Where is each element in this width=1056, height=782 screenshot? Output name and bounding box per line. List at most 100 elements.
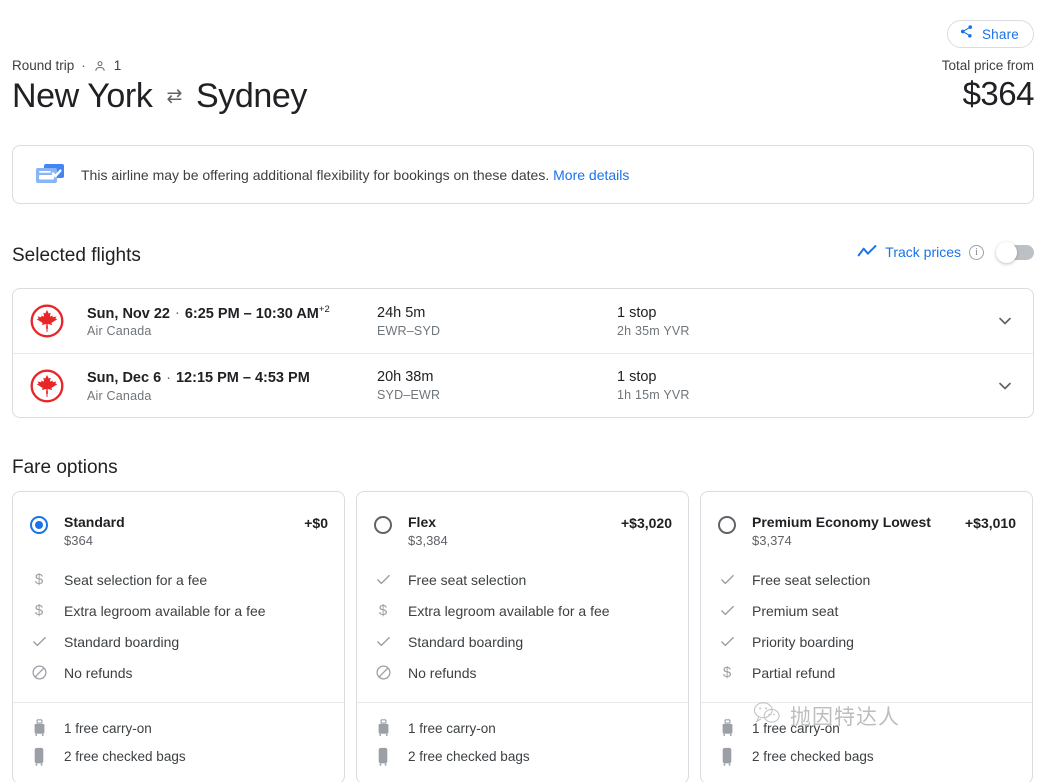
more-details-link[interactable]: More details — [553, 167, 629, 183]
flight-stops-block: 1 stop 2h 35m YVR — [617, 305, 995, 338]
flight-stops: 1 stop — [617, 369, 657, 385]
checked-bag-icon — [718, 747, 736, 766]
fare-feature: Premium seat — [718, 595, 1015, 626]
fare-feature: Standard boarding — [374, 626, 671, 657]
fare-feature-label: Seat selection for a fee — [64, 571, 208, 588]
swap-arrows-icon: ⇄ — [166, 86, 182, 107]
fare-card-standard[interactable]: Standard $364 +$0 $ Seat selection for a… — [12, 491, 345, 782]
fare-feature-label: Priority boarding — [752, 633, 854, 650]
toggle-knob — [996, 241, 1017, 263]
fare-baggage-label: 1 free carry-on — [408, 720, 496, 736]
fare-card-header: Standard $364 +$0 — [13, 492, 344, 556]
trip-header: Round trip · 1 New York ⇄ Sydney — [12, 58, 307, 116]
flight-schedule: Sun, Nov 22 · 6:25 PM – 10:30 AM+2 Air Can… — [87, 304, 377, 339]
fare-baggage: 1 free carry-on — [718, 714, 1015, 742]
fare-radio-premium-economy-lowest[interactable] — [718, 516, 736, 534]
fare-feature: Standard boarding — [30, 626, 327, 657]
fare-feature: Priority boarding — [718, 626, 1015, 657]
checked-bag-icon — [30, 747, 48, 766]
fare-feature: No refunds — [30, 657, 327, 688]
dollar-icon: $ — [378, 602, 388, 619]
fare-card-premium-economy-lowest[interactable]: Premium Economy Lowest $3,374 +$3,010 Fr… — [700, 491, 1033, 782]
fare-baggage: 1 free carry-on — [30, 714, 327, 742]
air-canada-logo — [29, 303, 65, 339]
carry-on-icon — [374, 719, 392, 737]
track-prices-toggle[interactable] — [996, 241, 1034, 263]
total-price-block: Total price from $364 — [941, 58, 1035, 113]
destination-city: Sydney — [195, 77, 307, 115]
route-title: New York ⇄ Sydney — [12, 77, 307, 116]
fare-feature: Free seat selection — [718, 564, 1015, 595]
fare-baggage-label: 1 free carry-on — [64, 720, 152, 736]
air-canada-logo — [29, 368, 65, 404]
share-button[interactable]: Share — [946, 20, 1034, 48]
share-icon — [959, 24, 974, 44]
flight-duration: 20h 38m — [377, 369, 434, 385]
flight-airline: Air Canada — [87, 388, 152, 403]
fare-baggage: 2 free checked bags — [718, 742, 1015, 770]
dollar-icon: $ — [34, 571, 44, 588]
passenger-count: 1 — [113, 58, 122, 73]
fare-feature: $ Extra legroom available for a fee — [30, 595, 327, 626]
fare-baggage: 1 free carry-on — [374, 714, 671, 742]
check-icon — [30, 633, 48, 650]
fare-options-list: Standard $364 +$0 $ Seat selection for a… — [12, 491, 1034, 782]
no-refund-icon — [30, 664, 48, 681]
flexible-booking-icon — [33, 161, 67, 189]
check-icon — [718, 602, 736, 619]
banner-text: This airline may be offering additional … — [81, 167, 629, 183]
fare-name: Premium Economy Lowest — [752, 514, 931, 530]
day-offset-badge: +2 — [318, 303, 330, 315]
fare-baggage-list: 1 free carry-on 2 free checked bags — [701, 702, 1032, 782]
fare-feature: Free seat selection — [374, 564, 671, 595]
fare-baggage: 2 free checked bags — [374, 742, 671, 770]
total-price-label: Total price from — [941, 58, 1034, 73]
track-prices-label[interactable]: Track prices — [885, 244, 961, 260]
fare-feature: $ Seat selection for a fee — [30, 564, 327, 595]
fare-feature-list: Free seat selection Premium seat Priorit… — [701, 556, 1032, 702]
track-prices-control: Track prices i — [857, 241, 1034, 263]
info-icon[interactable]: i — [969, 244, 984, 260]
flight-route: EWR–SYD — [377, 323, 441, 338]
total-price-value: $364 — [962, 75, 1035, 112]
fare-name: Standard — [64, 514, 125, 530]
flight-dot: · — [175, 305, 180, 322]
flight-row[interactable]: Sun, Dec 6 · 12:15 PM – 4:53 PM Air Canada… — [13, 353, 1033, 417]
fare-card-header: Premium Economy Lowest $3,374 +$3,010 — [701, 492, 1032, 556]
fare-baggage-label: 2 free checked bags — [408, 748, 530, 764]
flight-airline: Air Canada — [87, 324, 152, 339]
chevron-down-icon[interactable] — [995, 311, 1015, 331]
flight-duration: 24h 5m — [377, 304, 426, 321]
fare-price-delta: +$3,020 — [621, 515, 672, 531]
fare-name: Flex — [408, 514, 437, 530]
share-button-label: Share — [981, 26, 1019, 42]
fare-radio-flex[interactable] — [374, 516, 392, 534]
fare-price: $364 — [64, 533, 93, 548]
trending-up-icon — [857, 244, 877, 260]
origin-city: New York — [12, 77, 153, 115]
check-icon — [374, 571, 392, 588]
fare-feature-label: Extra legroom available for a fee — [64, 602, 266, 619]
flight-times: 6:25 PM – 10:30 AM — [184, 305, 319, 322]
flight-datetime: Sun, Dec 6 · 12:15 PM – 4:53 PM — [87, 368, 377, 386]
chevron-down-icon[interactable] — [995, 376, 1015, 396]
fare-baggage: 2 free checked bags — [30, 742, 327, 770]
flexibility-banner: This airline may be offering additional … — [12, 145, 1034, 204]
check-icon — [718, 571, 736, 588]
flight-datetime: Sun, Nov 22 · 6:25 PM – 10:30 AM+2 — [87, 304, 377, 322]
fare-title-block: Flex $3,384 — [408, 514, 605, 548]
fare-feature-label: Free seat selection — [408, 571, 527, 588]
flight-layover: 2h 35m YVR — [617, 323, 690, 338]
fare-baggage-label: 2 free checked bags — [752, 748, 874, 764]
trip-meta: Round trip · 1 — [12, 58, 307, 73]
fare-baggage-label: 1 free carry-on — [752, 720, 840, 736]
fare-feature-label: Standard boarding — [408, 633, 524, 650]
flight-booking-page: Share Round trip · 1 New York ⇄ Sydney T… — [0, 0, 1056, 782]
fare-radio-standard[interactable] — [30, 516, 48, 534]
fare-title-block: Premium Economy Lowest $3,374 — [752, 514, 949, 548]
fare-card-flex[interactable]: Flex $3,384 +$3,020 Free seat selection … — [356, 491, 689, 782]
flight-row[interactable]: Sun, Nov 22 · 6:25 PM – 10:30 AM+2 Air Can… — [13, 289, 1033, 353]
carry-on-icon — [718, 719, 736, 737]
no-refund-icon — [374, 664, 392, 681]
fare-title-block: Standard $364 — [64, 514, 288, 548]
